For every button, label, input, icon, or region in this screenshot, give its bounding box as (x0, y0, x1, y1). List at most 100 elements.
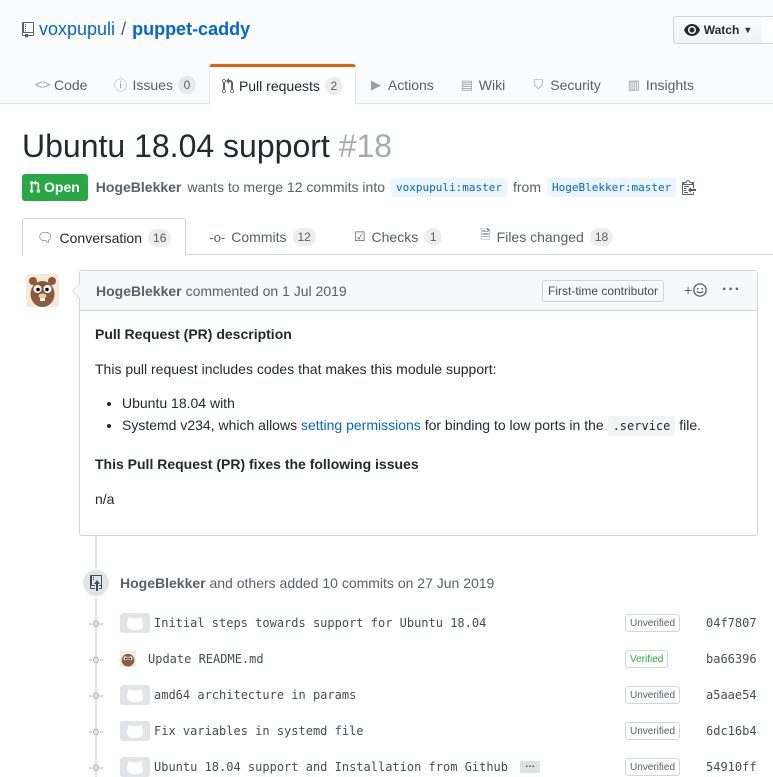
nav-issues-label: Issues (132, 76, 173, 93)
avatar[interactable] (120, 757, 150, 777)
table-row: -o- Update README.md Verified ba66396 (86, 647, 773, 671)
commit-message-link[interactable]: Initial steps towards support for Ubuntu… (154, 616, 486, 630)
commit-icon: -o- (209, 229, 226, 245)
table-row: -o- Fix variables in systemd file Unveri… (86, 719, 773, 743)
pr-author-link[interactable]: HogeBlekker (96, 179, 182, 195)
verified-badge[interactable]: Verified (625, 650, 669, 668)
kebab-horizontal-icon[interactable]: ··· (722, 281, 741, 299)
nav-security-label: Security (550, 76, 601, 93)
tab-commits[interactable]: -o- Commits 12 (194, 218, 330, 255)
octoface-icon (127, 689, 143, 702)
octoface-icon (127, 617, 143, 630)
tab-files-changed-count: 18 (589, 228, 614, 246)
tab-files-changed[interactable]: 🗎 Files changed 18 (465, 218, 628, 255)
nav-issues[interactable]: ⓘ Issues 0 (100, 64, 208, 104)
book-icon: ▤ (460, 76, 473, 92)
commit-sha-link[interactable]: ba66396 (706, 652, 757, 666)
git-commit-icon: -o- (88, 688, 104, 702)
nav-code-label: Code (54, 76, 88, 93)
pr-number: #18 (338, 128, 393, 164)
nav-pull-requests-label: Pull requests (238, 78, 320, 94)
comment-body: Pull Request (PR) description This pull … (80, 311, 757, 522)
commit-message-link[interactable]: Update README.md (148, 652, 264, 666)
table-row: -o- Initial steps towards support for Ub… (86, 611, 773, 635)
list-item: Systemd v234, which allows setting permi… (122, 416, 742, 436)
service-code: .service (607, 416, 676, 436)
comment-list: Ubuntu 18.04 with Systemd v234, which al… (95, 395, 742, 436)
tab-checks[interactable]: ☑ Checks 1 (339, 218, 457, 255)
comment-meta[interactable]: commented on 1 Jul 2019 (186, 283, 347, 299)
tab-conversation[interactable]: 🗨 Conversation 16 (22, 218, 187, 256)
shield-icon: ⛉ (533, 76, 544, 92)
nav-insights-label: Insights (645, 76, 695, 93)
pr-title-text: Ubuntu 18.04 support (22, 128, 330, 164)
tab-commits-label: Commits (231, 229, 287, 245)
tab-conversation-count: 16 (148, 228, 172, 247)
repo-nav: <> Code ⓘ Issues 0 Pull requests 2 ▶ Act… (22, 64, 707, 105)
avatar[interactable] (120, 721, 150, 741)
nav-actions-label: Actions (387, 76, 434, 93)
repo-icon (22, 21, 34, 38)
commit-sha-link[interactable]: 54910ff (706, 760, 757, 774)
repo-name-link[interactable]: puppet-caddy (132, 19, 250, 40)
tab-checks-count: 1 (424, 228, 443, 246)
git-commit-icon: -o- (88, 616, 104, 630)
nav-security[interactable]: ⛉ Security (518, 64, 614, 104)
commit-message-link[interactable]: Ubuntu 18.04 support and Installation fr… (154, 760, 508, 774)
list-item: Ubuntu 18.04 with (122, 395, 742, 411)
repo-owner-link[interactable]: voxpupuli (39, 19, 115, 40)
nav-insights[interactable]: ▥ Insights (614, 64, 707, 104)
nav-wiki[interactable]: ▤ Wiki (447, 64, 518, 104)
commit-sha-link[interactable]: 6dc16b4 (706, 724, 757, 738)
bullet-2-mid: for binding to low ports in the (424, 417, 604, 433)
tab-files-changed-label: Files changed (496, 229, 584, 245)
watch-button[interactable]: Watch ▼ (673, 16, 763, 44)
commit-message-link[interactable]: Fix variables in systemd file (154, 724, 364, 738)
comment-icon: 🗨 (37, 229, 54, 245)
unverified-badge[interactable]: Unverified (625, 686, 681, 704)
commit-sha-link[interactable]: a5aae54 (706, 688, 757, 702)
comment-heading-description: Pull Request (PR) description (95, 326, 292, 342)
bullet-2-pre: Systemd v234, which allows (122, 417, 298, 433)
commits-event: HogeBlekker and others added 10 commits … (120, 575, 494, 591)
avatar[interactable] (120, 649, 136, 669)
graph-icon: ▥ (627, 76, 640, 92)
unverified-badge[interactable]: Unverified (625, 722, 681, 740)
add-reaction-button[interactable]: + (684, 282, 707, 298)
comment-author-link[interactable]: HogeBlekker (96, 283, 182, 299)
avatar[interactable] (120, 613, 150, 633)
nav-issues-count: 0 (177, 75, 196, 94)
eye-icon (683, 24, 700, 36)
unverified-badge[interactable]: Unverified (625, 758, 681, 776)
git-commit-icon: -o- (88, 760, 104, 774)
nav-wiki-label: Wiki (478, 76, 506, 93)
state-badge: Open (22, 173, 88, 201)
nav-code[interactable]: <> Code (22, 64, 100, 104)
checklist-icon: ☑ (353, 229, 366, 244)
unverified-badge[interactable]: Unverified (625, 614, 681, 632)
expand-message-button[interactable]: … (520, 760, 541, 773)
base-branch[interactable]: voxpupuli:master (391, 177, 507, 197)
setting-permissions-link[interactable]: setting permissions (301, 417, 421, 433)
plus-icon: + (684, 282, 693, 298)
head-branch[interactable]: HogeBlekker:master (546, 177, 677, 197)
watch-count-box[interactable] (762, 16, 773, 44)
pr-merge-text: wants to merge 12 commits into (187, 179, 386, 195)
issue-icon: ⓘ (113, 78, 127, 93)
commit-message-link[interactable]: amd64 architecture in params (154, 688, 356, 702)
nav-actions[interactable]: ▶ Actions (356, 64, 447, 104)
state-label: Open (44, 179, 80, 195)
pr-meta: Open HogeBlekker wants to merge 12 commi… (22, 173, 697, 201)
event-author-link[interactable]: HogeBlekker (120, 575, 206, 591)
comment-header: HogeBlekker commented on 1 Jul 2019 Firs… (80, 271, 757, 311)
bullet-1-text: Ubuntu 18.04 with (122, 395, 235, 411)
code-icon: <> (35, 77, 51, 92)
avatar[interactable] (26, 274, 59, 307)
clipboard-icon[interactable] (682, 179, 697, 195)
file-diff-icon: 🗎 (480, 227, 491, 242)
chevron-down-icon: ▼ (743, 25, 753, 35)
repo-header: voxpupuli / puppet-caddy Watch ▼ <> Code… (0, 0, 773, 105)
commit-sha-link[interactable]: 04f7807 (706, 616, 757, 630)
avatar[interactable] (120, 685, 150, 705)
nav-pull-requests[interactable]: Pull requests 2 (208, 64, 356, 105)
